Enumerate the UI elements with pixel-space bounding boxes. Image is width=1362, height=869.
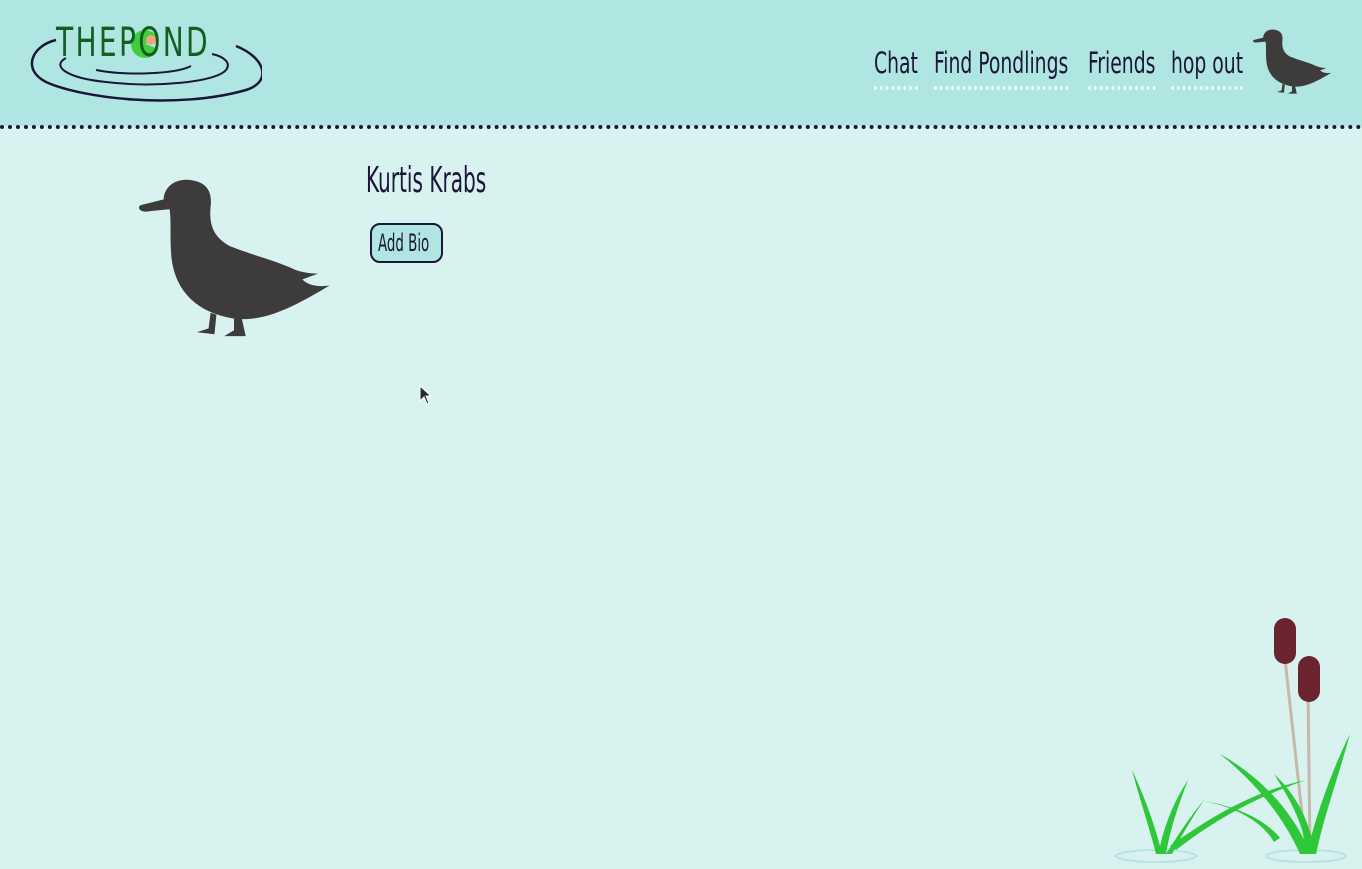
nav-chat-link[interactable]: Chat	[874, 46, 918, 90]
cattail-icon	[1298, 656, 1320, 702]
nav-hop-out-link[interactable]: hop out	[1171, 46, 1244, 90]
header: THEPOND Chat Find Pondlings Friends hop …	[0, 0, 1362, 126]
duck-icon	[139, 179, 330, 337]
nav-friends-link[interactable]: Friends	[1088, 46, 1156, 90]
nav-find-pondlings-link[interactable]: Find Pondlings	[934, 46, 1069, 90]
header-divider	[0, 125, 1362, 129]
mouse-pointer-icon	[419, 385, 433, 405]
logo[interactable]: THEPOND	[26, 18, 262, 106]
logo-text: THEPOND	[56, 20, 211, 66]
add-bio-button[interactable]: Add Bio	[370, 223, 443, 263]
cattail-plants-icon	[1115, 618, 1350, 863]
duck-icon[interactable]	[1252, 28, 1332, 96]
main-nav: Chat Find Pondlings Friends hop out	[874, 46, 1244, 90]
add-bio-label: Add Bio	[378, 229, 430, 257]
cattail-icon	[1274, 618, 1296, 664]
profile-name: Kurtis Krabs	[366, 160, 487, 201]
